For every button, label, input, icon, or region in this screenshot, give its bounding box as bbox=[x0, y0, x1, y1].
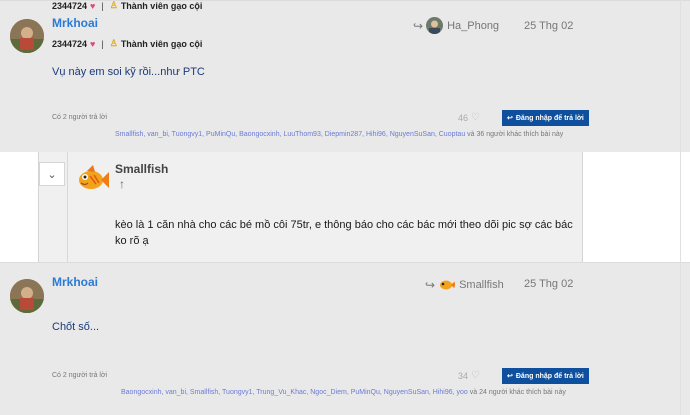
reply-to-username: Ha_Phong bbox=[447, 19, 500, 32]
reply-to[interactable]: ↪ Ha_Phong bbox=[413, 17, 499, 34]
heart-icon: ♥ bbox=[90, 0, 96, 11]
like-button[interactable]: 34 ♡ bbox=[458, 370, 480, 381]
likes-total: 2344724 bbox=[52, 38, 88, 49]
post-body: Vụ này em soi kỹ rồi...như PTC bbox=[52, 66, 205, 78]
quote-body: kèo là 1 căn nhà cho các bé mồ côi 75tr,… bbox=[115, 219, 573, 247]
topic-page: Mrkhoai 2344724 ♥ | ♙ Thành viên gạo cội… bbox=[0, 0, 690, 415]
like-heart-icon: ♡ bbox=[471, 112, 480, 123]
avatar bbox=[426, 17, 444, 34]
likers-rest: và 24 người khác thích bài này bbox=[469, 389, 566, 396]
user-stats: 2344724 ♥ | ♙ Thành viên gạo cội bbox=[52, 0, 202, 11]
avatar[interactable] bbox=[75, 162, 109, 196]
quoted-post: ⌄ Smallfish ↑ kèo là 1 căn nhà cho các b… bbox=[38, 152, 583, 262]
like-count: 34 bbox=[458, 370, 469, 381]
login-to-reply-button[interactable]: ↩ Đăng nhập để trả lời bbox=[502, 368, 589, 384]
user-title: Thành viên gạo cội bbox=[120, 0, 203, 11]
reply-arrow-icon: ↪ bbox=[425, 277, 436, 292]
reply-arrow-icon: ↩ bbox=[507, 373, 513, 380]
avatar bbox=[438, 276, 456, 293]
reply-to-username: Smallfish bbox=[459, 278, 504, 291]
like-button[interactable]: 46 ♡ bbox=[458, 112, 480, 123]
likers-list[interactable]: Smallfish, van_bi, Tuongvy1, PuMinQu, Ba… bbox=[115, 131, 563, 138]
medal-icon: ♙ bbox=[109, 38, 118, 48]
likers-names: Baongocxinh, van_bi, Smallfish, Tuongvy1… bbox=[121, 389, 468, 396]
divider: | bbox=[101, 0, 104, 11]
post: Mrkhoai 2344724 ♥ | ♙ Thành viên gạo cội… bbox=[0, 0, 690, 152]
quote-username[interactable]: Smallfish bbox=[115, 162, 168, 176]
reply-button-label: Đăng nhập để trả lời bbox=[515, 114, 584, 122]
post-date[interactable]: 25 Thg 02 bbox=[524, 20, 573, 32]
reply-to[interactable]: ↪ Smallfish bbox=[425, 276, 504, 293]
likers-list[interactable]: Baongocxinh, van_bi, Smallfish, Tuongvy1… bbox=[121, 389, 566, 396]
heart-icon: ♥ bbox=[90, 38, 96, 49]
likes-total: 2344724 bbox=[52, 0, 88, 11]
avatar[interactable] bbox=[10, 279, 44, 313]
post: Mrkhoai ↪ Smallfish 25 Thg 02 Chốt số...… bbox=[0, 262, 690, 415]
likers-rest: và 36 người khác thích bài này bbox=[467, 131, 564, 138]
like-heart-icon: ♡ bbox=[471, 370, 480, 381]
reply-arrow-icon: ↪ bbox=[413, 18, 424, 33]
medal-icon: ♙ bbox=[109, 0, 118, 10]
post-body: Chốt số... bbox=[52, 321, 100, 333]
arrow-up-icon[interactable]: ↑ bbox=[119, 177, 125, 191]
login-to-reply-button[interactable]: ↩ Đăng nhập để trả lời bbox=[502, 110, 589, 126]
user-stats: 2344724 ♥ | ♙ Thành viên gạo cội bbox=[52, 38, 202, 49]
likers-names: Smallfish, van_bi, Tuongvy1, PuMinQu, Ba… bbox=[115, 131, 466, 138]
username[interactable]: Mrkhoai bbox=[52, 275, 98, 289]
reply-button-label: Đăng nhập để trả lời bbox=[515, 372, 584, 380]
username[interactable]: Mrkhoai bbox=[52, 16, 98, 30]
avatar[interactable] bbox=[10, 19, 44, 53]
scrollbar-track[interactable] bbox=[680, 0, 681, 415]
reply-arrow-icon: ↩ bbox=[507, 115, 513, 122]
chevron-down-icon[interactable]: ⌄ bbox=[39, 162, 65, 186]
quote-bar bbox=[67, 152, 68, 262]
user-title: Thành viên gạo cội bbox=[120, 38, 203, 49]
post-date[interactable]: 25 Thg 02 bbox=[524, 278, 573, 290]
divider: | bbox=[101, 38, 104, 49]
replies-toggle[interactable]: Có 2 người trả lời bbox=[52, 372, 107, 379]
like-count: 46 bbox=[458, 112, 469, 123]
replies-toggle[interactable]: Có 2 người trả lời bbox=[52, 114, 107, 121]
